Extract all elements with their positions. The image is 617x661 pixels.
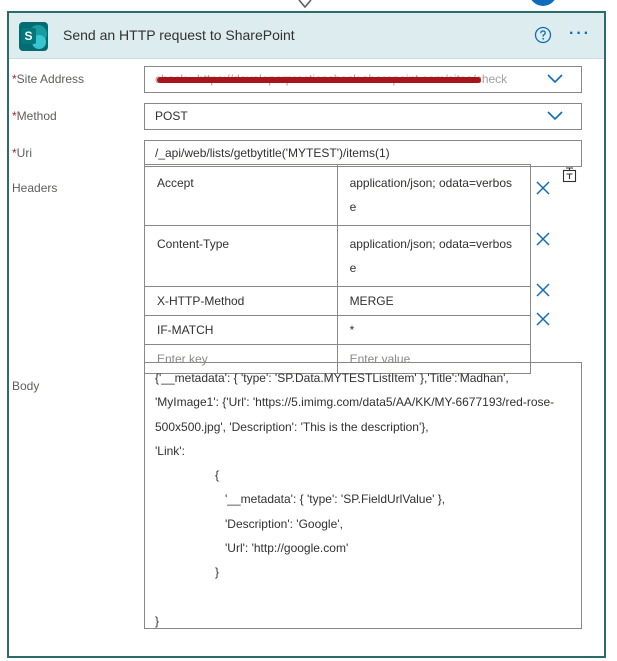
header-row: Accept application/json; odata=verbose (144, 164, 532, 226)
body-textarea[interactable]: {'__metadata': { 'type': 'SP.Data.MYTEST… (144, 362, 582, 629)
header-key-cell[interactable]: Content-Type (144, 225, 338, 287)
uri-input[interactable]: /_api/web/lists/getbytitle('MYTEST')/ite… (144, 140, 582, 167)
headers-table: Accept application/json; odata=verbose C… (144, 164, 532, 374)
method-label: *Method (12, 109, 57, 123)
body-line: { (155, 468, 220, 483)
close-icon[interactable] (535, 282, 551, 298)
header-value-cell[interactable]: application/json; odata=verbose (336, 225, 532, 287)
body-line: 500x500.jpg', 'Description': 'This is th… (155, 419, 429, 434)
close-icon[interactable] (535, 180, 551, 196)
body-line: } (155, 613, 160, 628)
redaction-strike (157, 77, 481, 83)
header-key-cell[interactable]: X-HTTP-Method (144, 286, 338, 316)
uri-label: *Uri (12, 146, 32, 160)
header-value-cell[interactable]: MERGE (336, 286, 532, 316)
header-row: Content-Type application/json; odata=ver… (144, 225, 532, 287)
header-value-cell[interactable]: application/json; odata=verbose (336, 164, 532, 226)
body-line: '__metadata': { 'type': 'SP.FieldUrlValu… (155, 492, 446, 507)
close-icon[interactable] (535, 311, 551, 327)
headers-label: Headers (12, 181, 58, 195)
header-key-cell[interactable]: IF-MATCH (144, 315, 338, 345)
more-options-icon[interactable]: ··· (569, 25, 591, 43)
site-address-label: *Site Address (12, 72, 85, 86)
method-dropdown[interactable]: POST (144, 103, 582, 130)
card-header[interactable]: S Send an HTTP request to SharePoint ··· (9, 13, 604, 59)
help-icon[interactable] (534, 26, 552, 44)
body-line: 'Link': (155, 443, 185, 458)
header-value-cell[interactable]: * (336, 315, 532, 345)
switch-to-text-mode-icon[interactable] (562, 167, 577, 183)
card-title: Send an HTTP request to SharePoint (63, 27, 295, 43)
header-key-cell[interactable]: Accept (144, 164, 338, 226)
uri-value: /_api/web/lists/getbytitle('MYTEST')/ite… (155, 146, 390, 160)
body-label: Body (12, 379, 40, 393)
body-line: 'Url': 'http://google.com' (155, 541, 349, 556)
header-row: X-HTTP-Method MERGE (144, 286, 532, 316)
sharepoint-logo-icon: S (19, 22, 48, 51)
chevron-down-icon[interactable] (547, 74, 563, 84)
add-step-circle[interactable] (529, 0, 557, 6)
body-line (155, 585, 571, 609)
body-line: 'Description': 'Google', (155, 516, 343, 531)
body-line: {'__metadata': { 'type': 'SP.Data.MYTEST… (155, 371, 509, 385)
site-address-dropdown[interactable]: check - https://developerpracticecheck.s… (144, 66, 582, 93)
header-row: IF-MATCH * (144, 315, 532, 345)
body-line: } (155, 565, 220, 580)
close-icon[interactable] (535, 231, 551, 247)
method-value: POST (155, 109, 188, 123)
body-line: 'MyImage1': {'Url': 'https://5.imimg.com… (155, 395, 555, 410)
chevron-down-icon[interactable] (547, 111, 563, 121)
